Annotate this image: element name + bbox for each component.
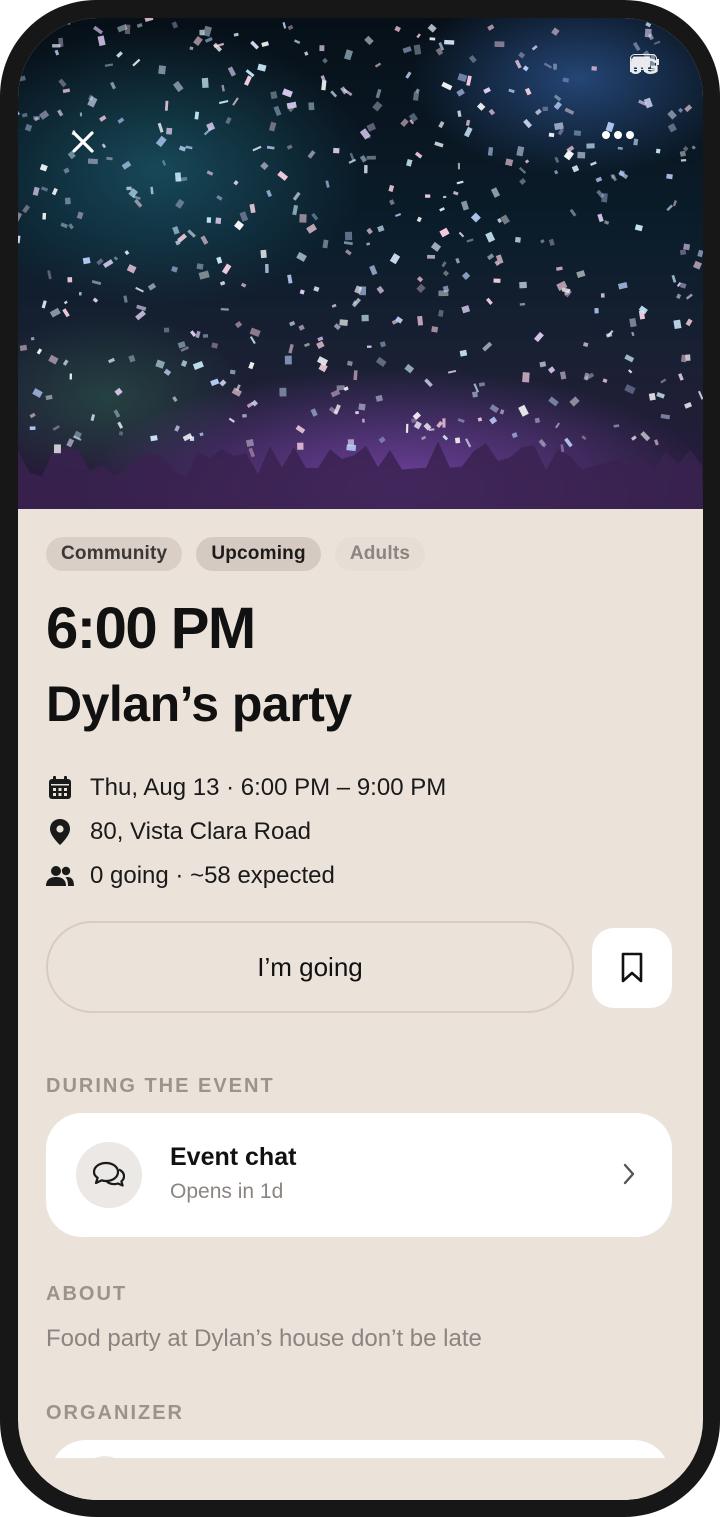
event-address-row[interactable]: 80, Vista Clara Road [46,818,311,846]
people-icon [46,862,74,890]
event-attendance-text: 0 going · ~58 expected [90,862,335,889]
im-going-button[interactable]: I’m going [46,921,574,1013]
about-text: Food party at Dylan’s house don’t be lat… [46,1325,482,1352]
chat-icon-container [76,1142,142,1208]
tag-list: Community Upcoming Adults [46,537,426,571]
event-time: 6:00 PM [46,596,256,661]
about-heading: ABOUT [46,1283,128,1305]
event-date-text: Thu, Aug 13 · 6:00 PM – 9:00 PM [90,774,447,801]
event-cover-image: 5G [18,18,703,509]
tag-community: Community [46,537,183,571]
event-chat-subtitle: Opens in 1d [170,1180,284,1203]
location-pin-icon [46,818,74,846]
chevron-right-icon [614,1159,644,1189]
event-title: Dylan’s party [46,676,352,732]
screen: 5G Comm [18,18,703,1500]
event-date-row: Thu, Aug 13 · 6:00 PM – 9:00 PM [46,774,446,802]
chat-bubbles-icon [93,1161,125,1187]
bookmark-button[interactable] [592,928,672,1008]
organizer-heading: ORGANIZER [46,1402,184,1424]
tag-upcoming: Upcoming [196,537,321,571]
phone-frame: 5G Comm [0,0,720,1517]
confetti-illustration [18,18,703,509]
event-chat-title: Event chat [170,1143,297,1171]
during-event-heading: DURING THE EVENT [46,1075,275,1097]
close-icon [72,131,94,153]
event-chat-card[interactable]: Event chat Opens in 1d [46,1113,672,1237]
more-horizontal-icon [602,131,634,139]
event-attendance-row: 0 going · ~58 expected [46,862,335,890]
more-options-button[interactable] [601,130,649,178]
im-going-label: I’m going [257,951,363,982]
bottom-fade [18,1458,703,1500]
battery-icon [629,54,659,70]
close-button[interactable] [71,130,119,178]
status-bar: 5G [629,54,659,80]
calendar-icon [46,774,74,802]
event-address-text: 80, Vista Clara Road [90,818,312,845]
bookmark-icon [621,952,643,983]
tag-adults: Adults [334,537,426,571]
